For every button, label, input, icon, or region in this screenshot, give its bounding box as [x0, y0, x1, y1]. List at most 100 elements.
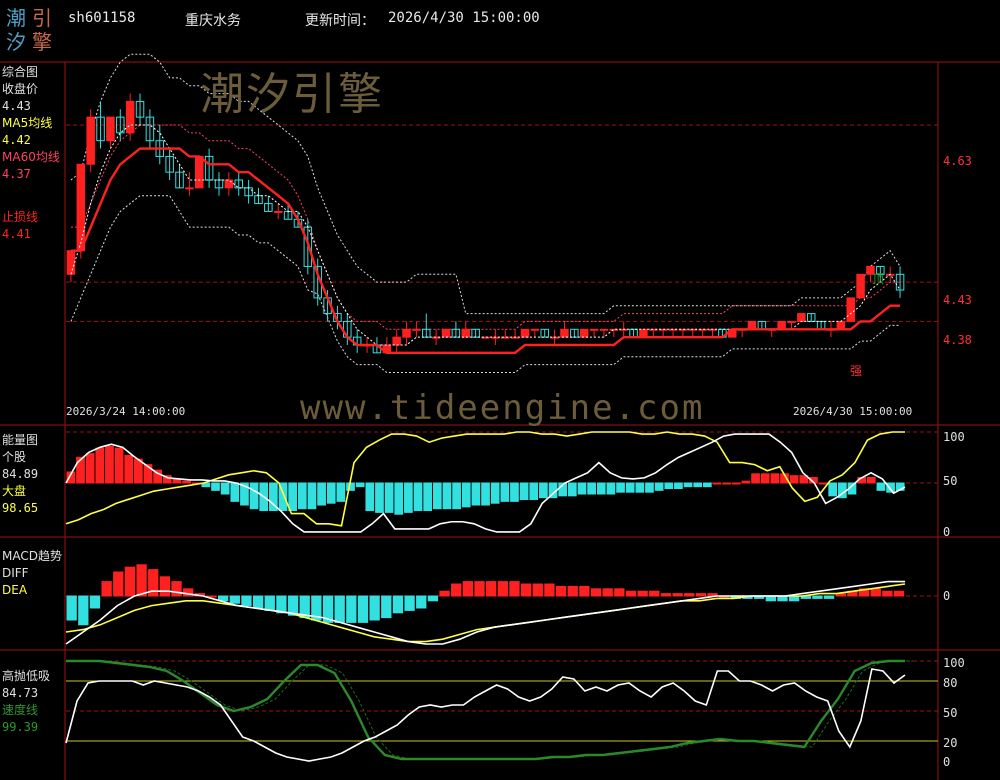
energy-bar [490, 482, 500, 504]
macd-bar [870, 588, 881, 597]
candle-body [461, 328, 471, 338]
candle-body [520, 328, 530, 338]
candle-body [195, 155, 204, 189]
panel1-labels: 综合图 收盘价 4.43 MA5均线 4.42 MA60均线 4.37 止损线 … [2, 64, 60, 243]
candle-body [441, 328, 451, 338]
energy-bar [182, 480, 191, 484]
energy-bar [616, 482, 625, 493]
lower-band-line [70, 195, 901, 373]
macd-bar [404, 595, 415, 611]
speed-line [66, 659, 905, 761]
macd-bar [882, 590, 893, 597]
candle-body [66, 250, 76, 275]
macd-bar [474, 581, 485, 597]
candle-body [846, 297, 855, 322]
ma60-label: MA60均线 [2, 150, 60, 164]
macd-bar [520, 583, 532, 597]
macd-bar [509, 581, 520, 597]
energy-bar [606, 482, 616, 495]
energy-bar [866, 476, 876, 484]
macd-bar [823, 595, 835, 599]
energy-bar [529, 482, 539, 501]
macd-bar [660, 593, 672, 597]
macd-bar [124, 566, 136, 597]
macd-bar [893, 590, 905, 597]
y-tick-438: 4.38 [943, 333, 972, 347]
energy-bar [404, 482, 413, 513]
candle-body [787, 320, 796, 323]
macd-bar [672, 593, 683, 597]
macd-bar [89, 595, 101, 609]
energy-bar [789, 475, 799, 484]
panel4-title: 高抛低吸 [2, 669, 51, 683]
energy-bar [375, 482, 384, 513]
macd-bar [649, 590, 660, 597]
macd-bar [544, 583, 555, 597]
energy-bar [539, 482, 548, 499]
macd-bar [684, 593, 695, 597]
candle-body [224, 179, 234, 189]
strong-signal-label: 强 [850, 364, 863, 378]
macd-bar [625, 590, 637, 597]
macd-bar [264, 595, 275, 611]
panel2-labels: 能量图 个股 84.89 大盘 98.65 [2, 432, 38, 517]
macd-bar [229, 595, 240, 604]
macd-bar [334, 595, 345, 623]
energy-bar [288, 482, 298, 512]
candle-body [579, 328, 589, 338]
candle-body [856, 273, 865, 299]
macd-bar [812, 595, 823, 599]
energy-bar [230, 482, 240, 502]
energy-bar [770, 473, 780, 484]
macd-bar [602, 588, 613, 597]
market-energy-value: 98.65 [2, 501, 39, 515]
energy-bar [886, 482, 895, 493]
energy-bar [500, 482, 510, 502]
panel4-labels: 高抛低吸 84.73 速度线 99.39 [2, 668, 50, 736]
energy-bar [683, 482, 693, 488]
energy-bar [326, 482, 336, 504]
candle-body [125, 100, 135, 134]
close-value: 4.43 [2, 99, 31, 113]
candle-body [589, 328, 599, 331]
macd-bar [357, 595, 369, 623]
macd-bar [276, 595, 287, 614]
panel2-title: 能量图 [2, 433, 39, 447]
energy-bar [818, 482, 828, 485]
macd-bar [462, 581, 474, 597]
gpdx-tick-100: 100 [943, 656, 965, 670]
ma60-value: 4.37 [2, 167, 31, 181]
macd-bar [171, 581, 182, 597]
candle-body [560, 328, 569, 338]
close-label: 收盘价 [2, 82, 39, 96]
energy-bar [336, 482, 346, 502]
energy-tick-100: 100 [943, 430, 965, 444]
diff-label: DIFF [2, 566, 29, 580]
macd-tick-0: 0 [943, 589, 951, 603]
candle-body [273, 210, 283, 213]
energy-tick-50: 50 [943, 474, 958, 488]
macd-bar [159, 576, 171, 597]
candle-body [76, 163, 86, 252]
macd-bar [252, 595, 264, 609]
energy-bar [134, 458, 143, 484]
energy-bar [751, 473, 760, 484]
macd-bar [614, 588, 625, 597]
energy-bar [413, 482, 423, 512]
start-date-label: 2026/3/24 14:00:00 [66, 405, 186, 418]
energy-bar [442, 482, 452, 510]
macd-bar [439, 590, 450, 597]
energy-bar [596, 482, 606, 495]
macd-bar [637, 590, 648, 597]
candle-body [185, 187, 194, 190]
stock-energy-value: 84.89 [2, 467, 39, 481]
energy-bar [95, 447, 105, 484]
energy-bar [635, 482, 645, 493]
watermark-url: www.tideengine.com [300, 388, 705, 428]
macd-bar [427, 595, 439, 602]
energy-bar [731, 482, 741, 485]
speed-value: 99.39 [2, 720, 39, 734]
energy-bar [105, 445, 114, 484]
gpdx-tick-50: 50 [943, 706, 958, 720]
ma5-label: MA5均线 [2, 116, 53, 130]
